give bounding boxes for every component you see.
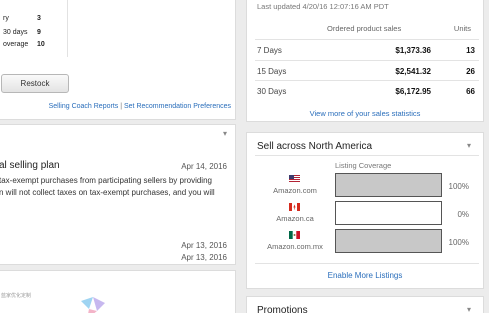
link-separator: | <box>120 103 123 110</box>
table-row: 15 Days $2,541.32 26 <box>255 60 479 80</box>
view-sales-statistics-link[interactable]: View more of your sales statistics <box>247 109 483 118</box>
promo-text: 蓝家优化定制 <box>1 293 32 299</box>
news-summary-line: tax-exempt purchases from participating … <box>0 176 212 185</box>
coach-row-value: 3 <box>37 15 41 22</box>
marketplace-row-ca: Amazon.ca 0% <box>247 201 485 229</box>
period-label: 15 Days <box>257 67 287 76</box>
divider <box>255 263 479 264</box>
coach-row-value: 9 <box>37 29 41 36</box>
sell-across-north-america-panel: Sell across North America ▾ Listing Cove… <box>246 132 484 289</box>
promo-graphic-icon <box>81 297 105 313</box>
coach-row: overage 10 <box>3 39 45 51</box>
chevron-down-icon[interactable]: ▾ <box>467 141 471 150</box>
units-value: 26 <box>466 67 475 76</box>
column-header-units: Units <box>453 24 471 33</box>
coverage-percent: 0% <box>457 210 469 219</box>
coach-row-label: 30 days <box>3 29 28 36</box>
column-divider <box>67 0 68 57</box>
enable-more-listings-link[interactable]: Enable More Listings <box>247 271 483 280</box>
coverage-percent: 100% <box>448 182 469 191</box>
table-row: 7 Days $1,373.36 13 <box>255 39 479 59</box>
table-row: 30 Days $6,172.95 66 <box>255 80 479 100</box>
listing-coverage-header: Listing Coverage <box>335 161 392 170</box>
marketplace-row-us: Amazon.com 100% <box>247 173 485 201</box>
period-label: 7 Days <box>257 46 282 55</box>
us-flag-icon <box>289 175 300 183</box>
panel-title: Promotions <box>257 305 308 313</box>
coverage-bar-fill <box>336 230 441 252</box>
marketplace-name: Amazon.com.mx <box>267 242 323 251</box>
coverage-bar <box>335 173 442 197</box>
promotions-panel: Promotions ▾ <box>246 296 484 313</box>
news-headline[interactable]: al selling plan <box>0 160 60 171</box>
coach-row-value: 10 <box>37 41 45 48</box>
coach-row-label: overage <box>3 41 29 48</box>
last-updated-timestamp: Last updated 4/20/16 12:07:16 AM PDT <box>257 2 389 11</box>
period-label: 30 Days <box>257 87 287 96</box>
coverage-percent: 100% <box>448 238 469 247</box>
news-date: Apr 13, 2016 <box>181 241 227 250</box>
selling-coach-panel: ry 3 30 days 9 overage 10 Restock Sellin… <box>0 0 236 120</box>
news-summary-line: n will not collect taxes on tax-exempt p… <box>0 188 215 197</box>
sales-amount: $1,373.36 <box>395 46 431 55</box>
coverage-bar <box>335 201 442 225</box>
marketplace-row-mx: Amazon.com.mx 100% <box>247 229 485 257</box>
chevron-down-icon[interactable]: ▾ <box>223 129 227 138</box>
chevron-down-icon[interactable]: ▾ <box>467 305 471 313</box>
recommendation-preferences-link[interactable]: Set Recommendation Preferences <box>124 103 231 110</box>
units-value: 13 <box>466 46 475 55</box>
mx-flag-icon <box>289 231 300 239</box>
marketplace-name: Amazon.ca <box>276 214 314 223</box>
divider <box>255 155 479 156</box>
sales-amount: $2,541.32 <box>395 67 431 76</box>
coach-row: 30 days 9 <box>3 27 41 39</box>
coverage-bar <box>335 229 442 253</box>
sales-summary-panel: Last updated 4/20/16 12:07:16 AM PDT Ord… <box>246 0 484 122</box>
coach-row-label: ry <box>3 15 9 22</box>
promo-image-panel: 蓝家优化定制 <box>0 270 236 313</box>
news-panel: ▾ al selling plan Apr 14, 2016 tax-exemp… <box>0 124 236 265</box>
coach-row: ry 3 <box>3 13 41 25</box>
restock-button[interactable]: Restock <box>1 74 69 93</box>
news-date: Apr 14, 2016 <box>181 162 227 171</box>
ca-flag-icon <box>289 203 300 211</box>
coach-links: Selling Coach Reports | Set Recommendati… <box>49 103 231 110</box>
column-header-sales: Ordered product sales <box>327 24 402 33</box>
news-date: Apr 13, 2016 <box>181 253 227 262</box>
panel-title: Sell across North America <box>257 141 373 152</box>
marketplace-name: Amazon.com <box>273 186 317 195</box>
units-value: 66 <box>466 87 475 96</box>
coverage-bar-fill <box>336 174 441 196</box>
selling-coach-reports-link[interactable]: Selling Coach Reports <box>49 103 119 110</box>
sales-amount: $6,172.95 <box>395 87 431 96</box>
